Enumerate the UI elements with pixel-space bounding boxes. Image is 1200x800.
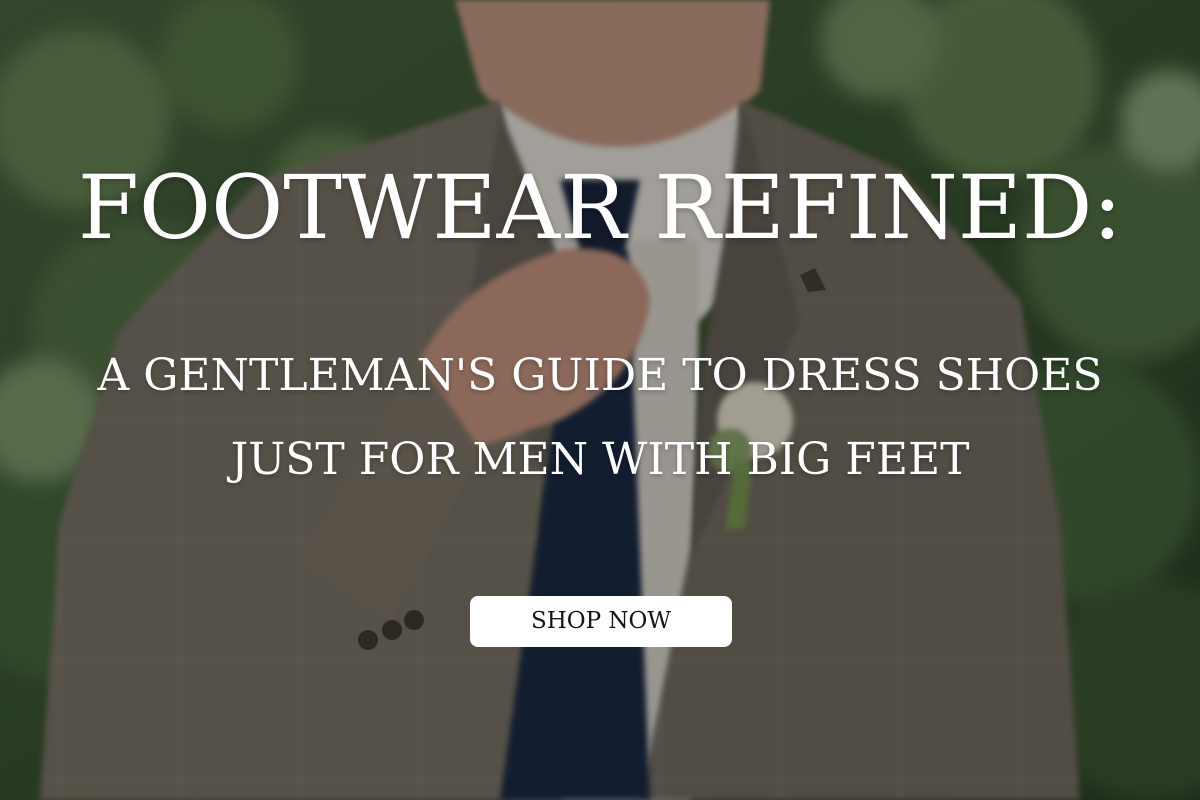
hero-subheadline-line2: JUST FOR MEN WITH BIG FEET — [230, 434, 970, 485]
hero-banner: FOOTWEAR REFINED: A GENTLEMAN'S GUIDE TO… — [0, 0, 1200, 800]
hero-headline: FOOTWEAR REFINED: — [77, 156, 1123, 259]
hero-subheadline-line1: A GENTLEMAN'S GUIDE TO DRESS SHOES — [97, 350, 1103, 401]
shop-now-button[interactable]: SHOP NOW — [470, 596, 732, 647]
